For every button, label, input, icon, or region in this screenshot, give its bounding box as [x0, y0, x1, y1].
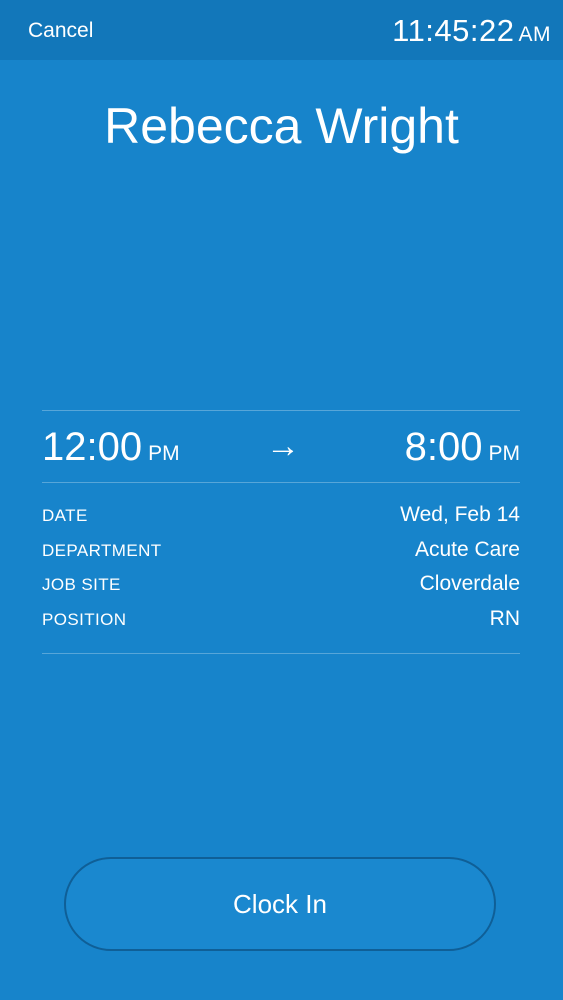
clock-in-button[interactable]: Clock In: [64, 857, 496, 951]
detail-row-job-site: JOB SITE Cloverdale: [42, 569, 520, 604]
shift-end-ampm: PM: [488, 442, 521, 465]
employee-name: Rebecca Wright: [104, 98, 459, 154]
detail-value: RN: [489, 606, 520, 630]
detail-value: Cloverdale: [419, 572, 520, 595]
shift-start-time: 12:00 PM: [42, 422, 180, 479]
detail-label: JOB SITE: [42, 575, 121, 594]
divider-top: [42, 410, 520, 411]
shift-end-time: 8:00 PM: [405, 422, 520, 479]
top-bar: Cancel 11:45:22 AM: [0, 0, 563, 60]
shift-start-value: 12:00: [42, 425, 143, 469]
current-time-ampm: AM: [518, 23, 551, 46]
detail-value: Acute Care: [414, 537, 520, 561]
detail-row-department: DEPARTMENT Acute Care: [42, 535, 520, 570]
detail-row-date: DATE Wed, Feb 14: [42, 500, 520, 535]
detail-label: DEPARTMENT: [42, 540, 162, 560]
detail-label: DATE: [42, 506, 88, 525]
detail-label: POSITION: [42, 609, 127, 629]
current-time-value: 11:45:22: [392, 13, 515, 48]
shift-details: DATE Wed, Feb 14 DEPARTMENT Acute Care J…: [42, 500, 520, 638]
clock-in-screen: Cancel 11:45:22 AM Rebecca Wright 12:00 PM…: [0, 0, 563, 1000]
detail-row-position: POSITION RN: [42, 604, 520, 639]
cancel-button[interactable]: Cancel: [28, 18, 93, 44]
divider-middle: [42, 482, 520, 483]
shift-end-value: 8:00: [404, 425, 483, 469]
shift-start-ampm: PM: [148, 442, 180, 465]
divider-bottom: [42, 653, 520, 654]
current-time: 11:45:22 AM: [392, 12, 551, 54]
shift-time-row: 12:00 PM → 8:00 PM: [42, 422, 520, 472]
arrow-right-icon: →: [266, 427, 300, 465]
detail-value: Wed, Feb 14: [400, 503, 520, 526]
